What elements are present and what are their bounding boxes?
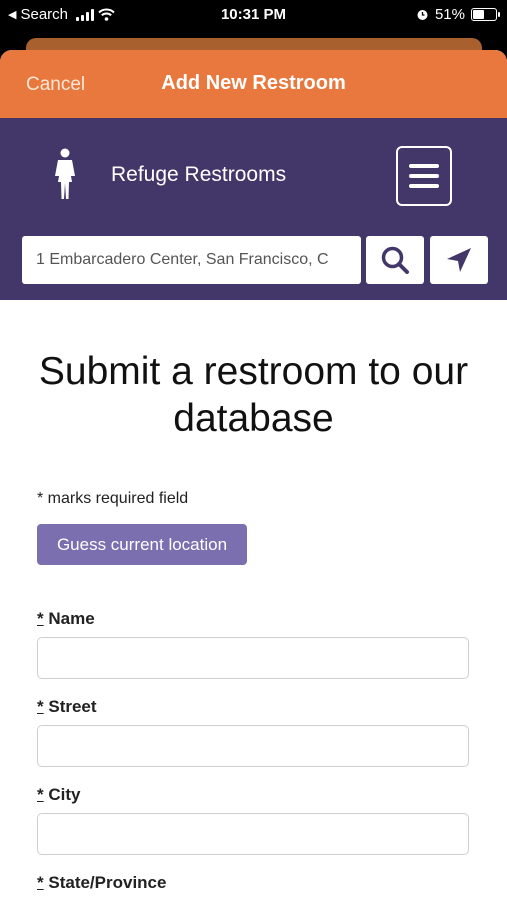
name-label: * Name (37, 609, 95, 628)
required-marker: * (37, 785, 44, 804)
location-search-input[interactable] (22, 236, 361, 284)
modal-title: Add New Restroom (161, 72, 346, 94)
required-note: * marks required field (37, 490, 189, 507)
battery-percent: 51% (434, 6, 465, 23)
required-marker: * (37, 609, 44, 628)
form-content: Submit a restroom to our database * mark… (0, 348, 507, 900)
locate-me-button[interactable] (430, 236, 488, 284)
battery-icon (471, 8, 500, 21)
street-input[interactable] (37, 725, 469, 767)
modal-header: Cancel Add New Restroom (0, 50, 507, 118)
alarm-icon (417, 10, 428, 20)
guess-location-button[interactable]: Guess current location (37, 524, 247, 565)
site-header: Refuge Restrooms (0, 118, 507, 300)
hamburger-menu-button[interactable] (396, 146, 452, 206)
menu-bar (409, 174, 439, 178)
required-marker: * (37, 697, 44, 716)
modal-sheet: Cancel Add New Restroom Refuge Restrooms (0, 50, 507, 900)
required-marker: * (37, 873, 44, 892)
street-field-group: * Street (37, 697, 470, 767)
city-input[interactable] (37, 813, 469, 855)
menu-bar (409, 184, 439, 188)
name-field-group: * Name (37, 609, 470, 679)
city-field-group: * City (37, 785, 470, 855)
state-label: * State/Province (37, 873, 167, 892)
person-icon[interactable] (52, 148, 78, 200)
brand-name[interactable]: Refuge Restrooms (111, 163, 286, 187)
city-label: * City (37, 785, 81, 804)
state-field-group: * State/Province (37, 873, 470, 900)
page-title: Submit a restroom to our database (38, 350, 469, 440)
location-arrow-icon (447, 248, 471, 272)
search-icon (381, 246, 409, 274)
menu-bar (409, 164, 439, 168)
name-input[interactable] (37, 637, 469, 679)
status-bar: ◀ Search 10:31 PM 51% (0, 0, 507, 30)
street-label: * Street (37, 697, 97, 716)
search-button[interactable] (366, 236, 424, 284)
